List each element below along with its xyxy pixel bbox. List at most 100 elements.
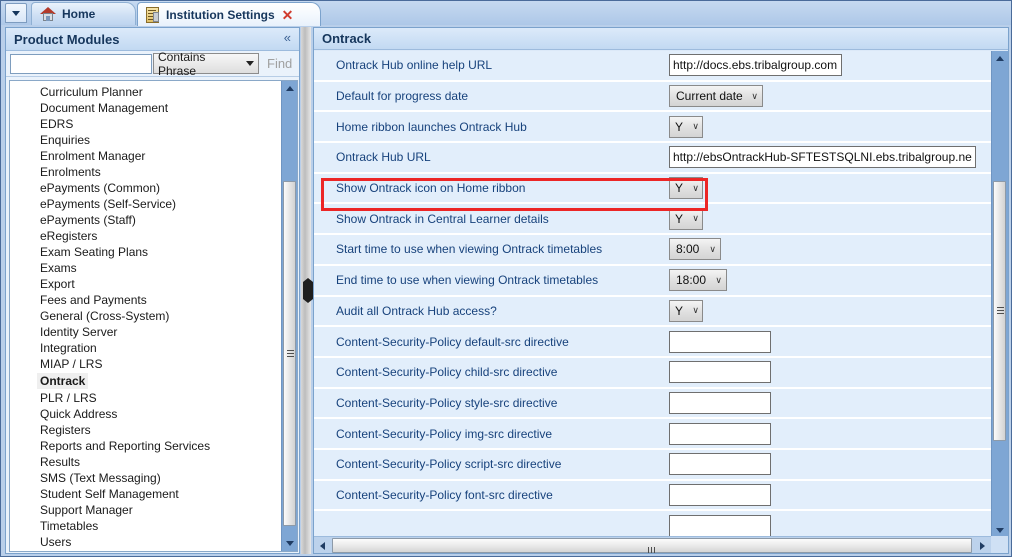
- module-list-item[interactable]: MIAP / LRS: [38, 356, 282, 372]
- setting-text-input[interactable]: [669, 422, 771, 445]
- home-icon: [40, 7, 56, 21]
- module-list-item[interactable]: ePayments (Self-Service): [38, 196, 282, 212]
- setting-dropdown[interactable]: 8:00 ∨: [669, 238, 721, 261]
- setting-row: Content-Security-Policy style-src direct…: [314, 388, 993, 420]
- find-button[interactable]: Find: [267, 56, 292, 71]
- module-list-item[interactable]: Ontrack: [37, 373, 89, 389]
- module-list-item[interactable]: Reports and Reporting Services: [38, 438, 282, 454]
- setting-dropdown[interactable]: Y ∨: [669, 207, 703, 230]
- module-list-item[interactable]: EDRS: [38, 116, 282, 132]
- setting-dropdown[interactable]: Y ∨: [669, 177, 703, 200]
- module-list-item[interactable]: SMS (Text Messaging): [38, 470, 282, 486]
- module-list[interactable]: Curriculum Planner Document Management EDR…: [10, 81, 282, 551]
- grip-icon: [287, 349, 294, 358]
- setting-dropdown[interactable]: Y ∨: [669, 299, 703, 322]
- setting-text-input[interactable]: [669, 483, 771, 506]
- scroll-up-button[interactable]: [282, 81, 297, 96]
- module-list-item[interactable]: Enrolment Manager: [38, 148, 282, 164]
- setting-field: Current date ∨: [669, 85, 993, 108]
- module-list-item[interactable]: Support Manager: [38, 502, 282, 518]
- setting-field: Y ∨: [669, 207, 993, 230]
- setting-dropdown[interactable]: 18:00 ∨: [669, 269, 727, 292]
- module-list-item[interactable]: Enquiries: [38, 132, 282, 148]
- module-list-item[interactable]: Users: [38, 534, 282, 550]
- setting-dropdown-value: Y: [675, 303, 684, 318]
- scroll-up-button[interactable]: [992, 51, 1007, 66]
- setting-label: Start time to use when viewing Ontrack t…: [336, 242, 603, 257]
- module-list-item[interactable]: ePayments (Common): [38, 180, 282, 196]
- setting-row: Show Ontrack in Central Learner details Y…: [314, 204, 993, 236]
- chevrons-up-icon[interactable]: «: [284, 31, 291, 44]
- module-list-item[interactable]: Export: [38, 276, 282, 292]
- document-icon: [146, 6, 160, 23]
- scroll-right-button[interactable]: [975, 538, 990, 553]
- tab-home[interactable]: Home: [31, 2, 136, 25]
- scrollbar-thumb[interactable]: [283, 181, 296, 526]
- settings-scrollbar[interactable]: [991, 51, 1008, 538]
- setting-dropdown[interactable]: Y ∨: [669, 115, 703, 138]
- setting-row: Content-Security-Policy font-src directi…: [314, 480, 993, 512]
- setting-field: [669, 453, 993, 476]
- module-list-item[interactable]: Student Self Management: [38, 486, 282, 502]
- module-list-item[interactable]: Fees and Payments: [38, 292, 282, 308]
- setting-dropdown-value: 8:00: [676, 242, 700, 257]
- scrollbar-thumb[interactable]: [993, 181, 1006, 441]
- setting-dropdown-value: Y: [675, 211, 684, 226]
- horizontal-scrollbar-thumb[interactable]: [332, 538, 972, 553]
- setting-text-input[interactable]: [669, 330, 771, 353]
- setting-row: Default for progress date Current date ∨: [314, 81, 993, 113]
- triangle-up-icon: [285, 86, 294, 91]
- settings-horizontal-scrollbar[interactable]: [314, 536, 1008, 553]
- setting-label: Default for progress date: [336, 89, 469, 104]
- setting-field: [669, 54, 993, 77]
- module-list-item[interactable]: Identity Server: [38, 324, 282, 340]
- grip-icon: [648, 542, 657, 553]
- module-list-item[interactable]: Exam Seating Plans: [38, 244, 282, 260]
- module-list-item[interactable]: Registers: [38, 422, 282, 438]
- module-list-item[interactable]: General (Cross-System): [38, 308, 282, 324]
- setting-text-input[interactable]: [669, 361, 771, 384]
- module-list-item[interactable]: Document Management: [38, 100, 282, 116]
- setting-text-input[interactable]: [669, 391, 771, 414]
- setting-row: End time to use when viewing Ontrack tim…: [314, 265, 993, 297]
- module-list-item[interactable]: Enrolments: [38, 164, 282, 180]
- module-list-item[interactable]: Quick Address: [38, 406, 282, 422]
- tab-bar: Home Institution Settings ✕: [1, 1, 1011, 26]
- tab-institution-settings[interactable]: Institution Settings ✕: [137, 2, 321, 26]
- module-list-item[interactable]: Timetables: [38, 518, 282, 534]
- scroll-down-button[interactable]: [282, 536, 297, 551]
- panel-splitter[interactable]: [301, 27, 313, 554]
- setting-row: Ontrack Hub URL: [314, 143, 993, 174]
- tab-list-dropdown-button[interactable]: [5, 3, 27, 23]
- setting-label: Content-Security-Policy default-src dire…: [336, 334, 569, 349]
- setting-field: [669, 514, 993, 537]
- module-list-item[interactable]: PLR / LRS: [38, 390, 282, 406]
- setting-text-input[interactable]: [669, 54, 842, 77]
- chevron-down-icon: ∨: [751, 90, 758, 101]
- setting-text-input[interactable]: [669, 453, 771, 476]
- module-list-item[interactable]: Curriculum Planner: [38, 84, 282, 100]
- search-input[interactable]: [10, 53, 152, 74]
- close-icon[interactable]: ✕: [282, 8, 294, 22]
- setting-dropdown-value: 18:00: [676, 273, 707, 288]
- splitter-handle[interactable]: [303, 278, 313, 304]
- module-list-scrollbar[interactable]: [281, 81, 297, 551]
- tab-home-label: Home: [62, 7, 96, 21]
- scroll-left-button[interactable]: [315, 538, 330, 553]
- setting-dropdown[interactable]: Current date ∨: [669, 85, 763, 108]
- module-list-item[interactable]: eRegisters: [38, 228, 282, 244]
- match-mode-dropdown[interactable]: Contains Phrase: [153, 50, 259, 78]
- setting-label: Content-Security-Policy script-src direc…: [336, 457, 562, 472]
- setting-row: Audit all Ontrack Hub access? Y ∨: [314, 296, 993, 328]
- setting-row: Show Ontrack icon on Home ribbon Y ∨: [314, 173, 993, 205]
- setting-field: [669, 391, 993, 414]
- module-list-item[interactable]: Exams: [38, 260, 282, 276]
- setting-label: Ontrack Hub online help URL: [336, 58, 493, 73]
- module-list-item[interactable]: Integration: [38, 340, 282, 356]
- module-list-item[interactable]: Results: [38, 454, 282, 470]
- setting-text-input[interactable]: [669, 514, 771, 537]
- setting-text-input[interactable]: [669, 146, 976, 169]
- module-list-item[interactable]: ePayments (Staff): [38, 212, 282, 228]
- setting-label: Content-Security-Policy style-src direct…: [336, 395, 558, 410]
- setting-field: [669, 146, 993, 169]
